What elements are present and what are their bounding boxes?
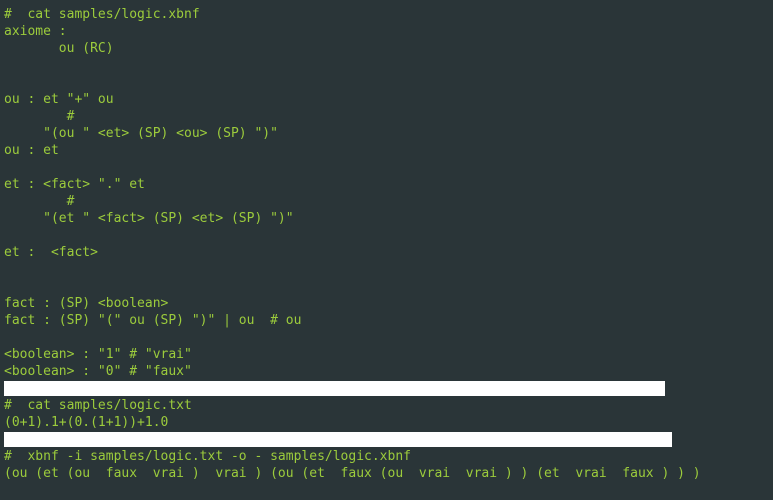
- terminal-line: ou (RC): [4, 40, 769, 57]
- terminal-line: ou : et: [4, 142, 769, 159]
- highlight-bar-1: [4, 380, 769, 397]
- terminal-line: [4, 278, 769, 295]
- terminal-line: # xbnf -i samples/logic.txt -o - samples…: [4, 448, 769, 465]
- terminal-line: fact : (SP) "(" ou (SP) ")" | ou # ou: [4, 312, 769, 329]
- terminal-line: "(ou " <et> (SP) <ou> (SP) ")": [4, 125, 769, 142]
- terminal-line: [4, 74, 769, 91]
- terminal-line: [4, 227, 769, 244]
- terminal-line: et : <fact> "." et: [4, 176, 769, 193]
- terminal-line: (ou (et (ou faux vrai ) vrai ) (ou (et f…: [4, 465, 769, 482]
- terminal-line: # cat samples/logic.txt: [4, 397, 769, 414]
- terminal-line: #: [4, 108, 769, 125]
- terminal-line: [4, 261, 769, 278]
- highlight-bar-2: [4, 431, 769, 448]
- terminal-line: fact : (SP) <boolean>: [4, 295, 769, 312]
- terminal-line: et : <fact>: [4, 244, 769, 261]
- terminal-line: (0+1).1+(0.(1+1))+1.0: [4, 414, 769, 431]
- terminal-line: [4, 159, 769, 176]
- terminal-line: [4, 57, 769, 74]
- terminal-line: ou : et "+" ou: [4, 91, 769, 108]
- terminal-line: # cat samples/logic.xbnf: [4, 6, 769, 23]
- terminal-line: "(et " <fact> (SP) <et> (SP) ")": [4, 210, 769, 227]
- terminal-line: axiome :: [4, 23, 769, 40]
- terminal-output: # cat samples/logic.xbnfaxiome : ou (RC)…: [0, 0, 773, 486]
- terminal-line: <boolean> : "0" # "faux": [4, 363, 769, 380]
- terminal-line: [4, 329, 769, 346]
- terminal-line: <boolean> : "1" # "vrai": [4, 346, 769, 363]
- terminal-line: #: [4, 193, 769, 210]
